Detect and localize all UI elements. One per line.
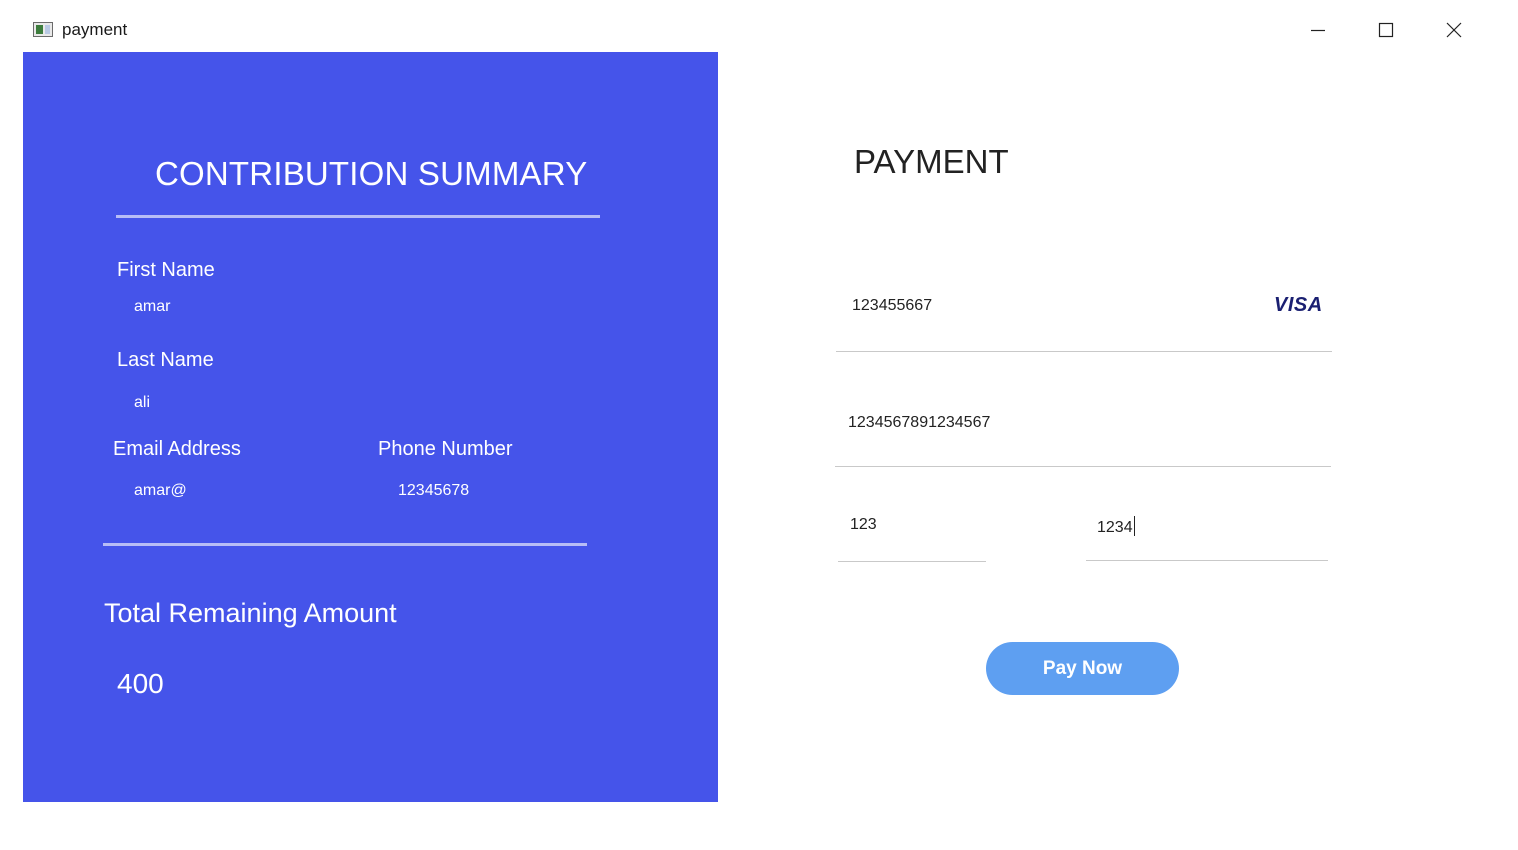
- summary-details-divider: [103, 543, 587, 546]
- total-remaining-amount-value: 400: [117, 668, 164, 699]
- last-name-label: Last Name: [117, 349, 214, 371]
- payment-window: payment CONTRIBUTION SUMMARY First Name …: [0, 0, 1518, 850]
- maximize-icon: [1378, 22, 1394, 38]
- phone-number-value: 12345678: [398, 482, 470, 499]
- fourth-field-underline: [1086, 560, 1328, 561]
- close-icon: [1446, 22, 1462, 38]
- email-address-value: amar@: [134, 482, 187, 499]
- card-number-underline: [836, 351, 1332, 352]
- first-name-label: First Name: [117, 259, 215, 281]
- third-card-field[interactable]: 123: [850, 516, 877, 534]
- summary-title: CONTRIBUTION SUMMARY: [155, 155, 588, 192]
- payment-title: PAYMENT: [854, 143, 1009, 180]
- fourth-field-text: 1234: [1097, 519, 1133, 536]
- second-field-underline: [835, 466, 1331, 467]
- card-number-field[interactable]: 123455667: [852, 297, 932, 315]
- last-name-value: ali: [134, 394, 151, 411]
- maximize-button[interactable]: [1363, 10, 1409, 50]
- visa-card-brand-icon: VISA: [1274, 294, 1323, 316]
- email-address-label: Email Address: [113, 438, 241, 460]
- second-card-field[interactable]: 1234567891234567: [848, 414, 990, 432]
- contribution-summary-panel: CONTRIBUTION SUMMARY First Name amar Las…: [23, 52, 718, 802]
- text-cursor: [1133, 516, 1135, 536]
- app-window-icon: [33, 22, 53, 37]
- close-button[interactable]: [1431, 10, 1477, 50]
- window-title: payment: [62, 20, 128, 39]
- total-remaining-amount-label: Total Remaining Amount: [104, 598, 397, 628]
- first-name-value: amar: [134, 298, 171, 315]
- phone-number-label: Phone Number: [378, 438, 513, 460]
- minimize-button[interactable]: [1295, 10, 1341, 50]
- fourth-card-field[interactable]: 1234: [1097, 516, 1135, 537]
- pay-now-button[interactable]: Pay Now: [986, 642, 1179, 695]
- third-field-underline: [838, 561, 986, 562]
- minimize-icon: [1311, 29, 1325, 32]
- summary-title-divider: [116, 215, 600, 218]
- title-bar[interactable]: payment: [0, 0, 1518, 52]
